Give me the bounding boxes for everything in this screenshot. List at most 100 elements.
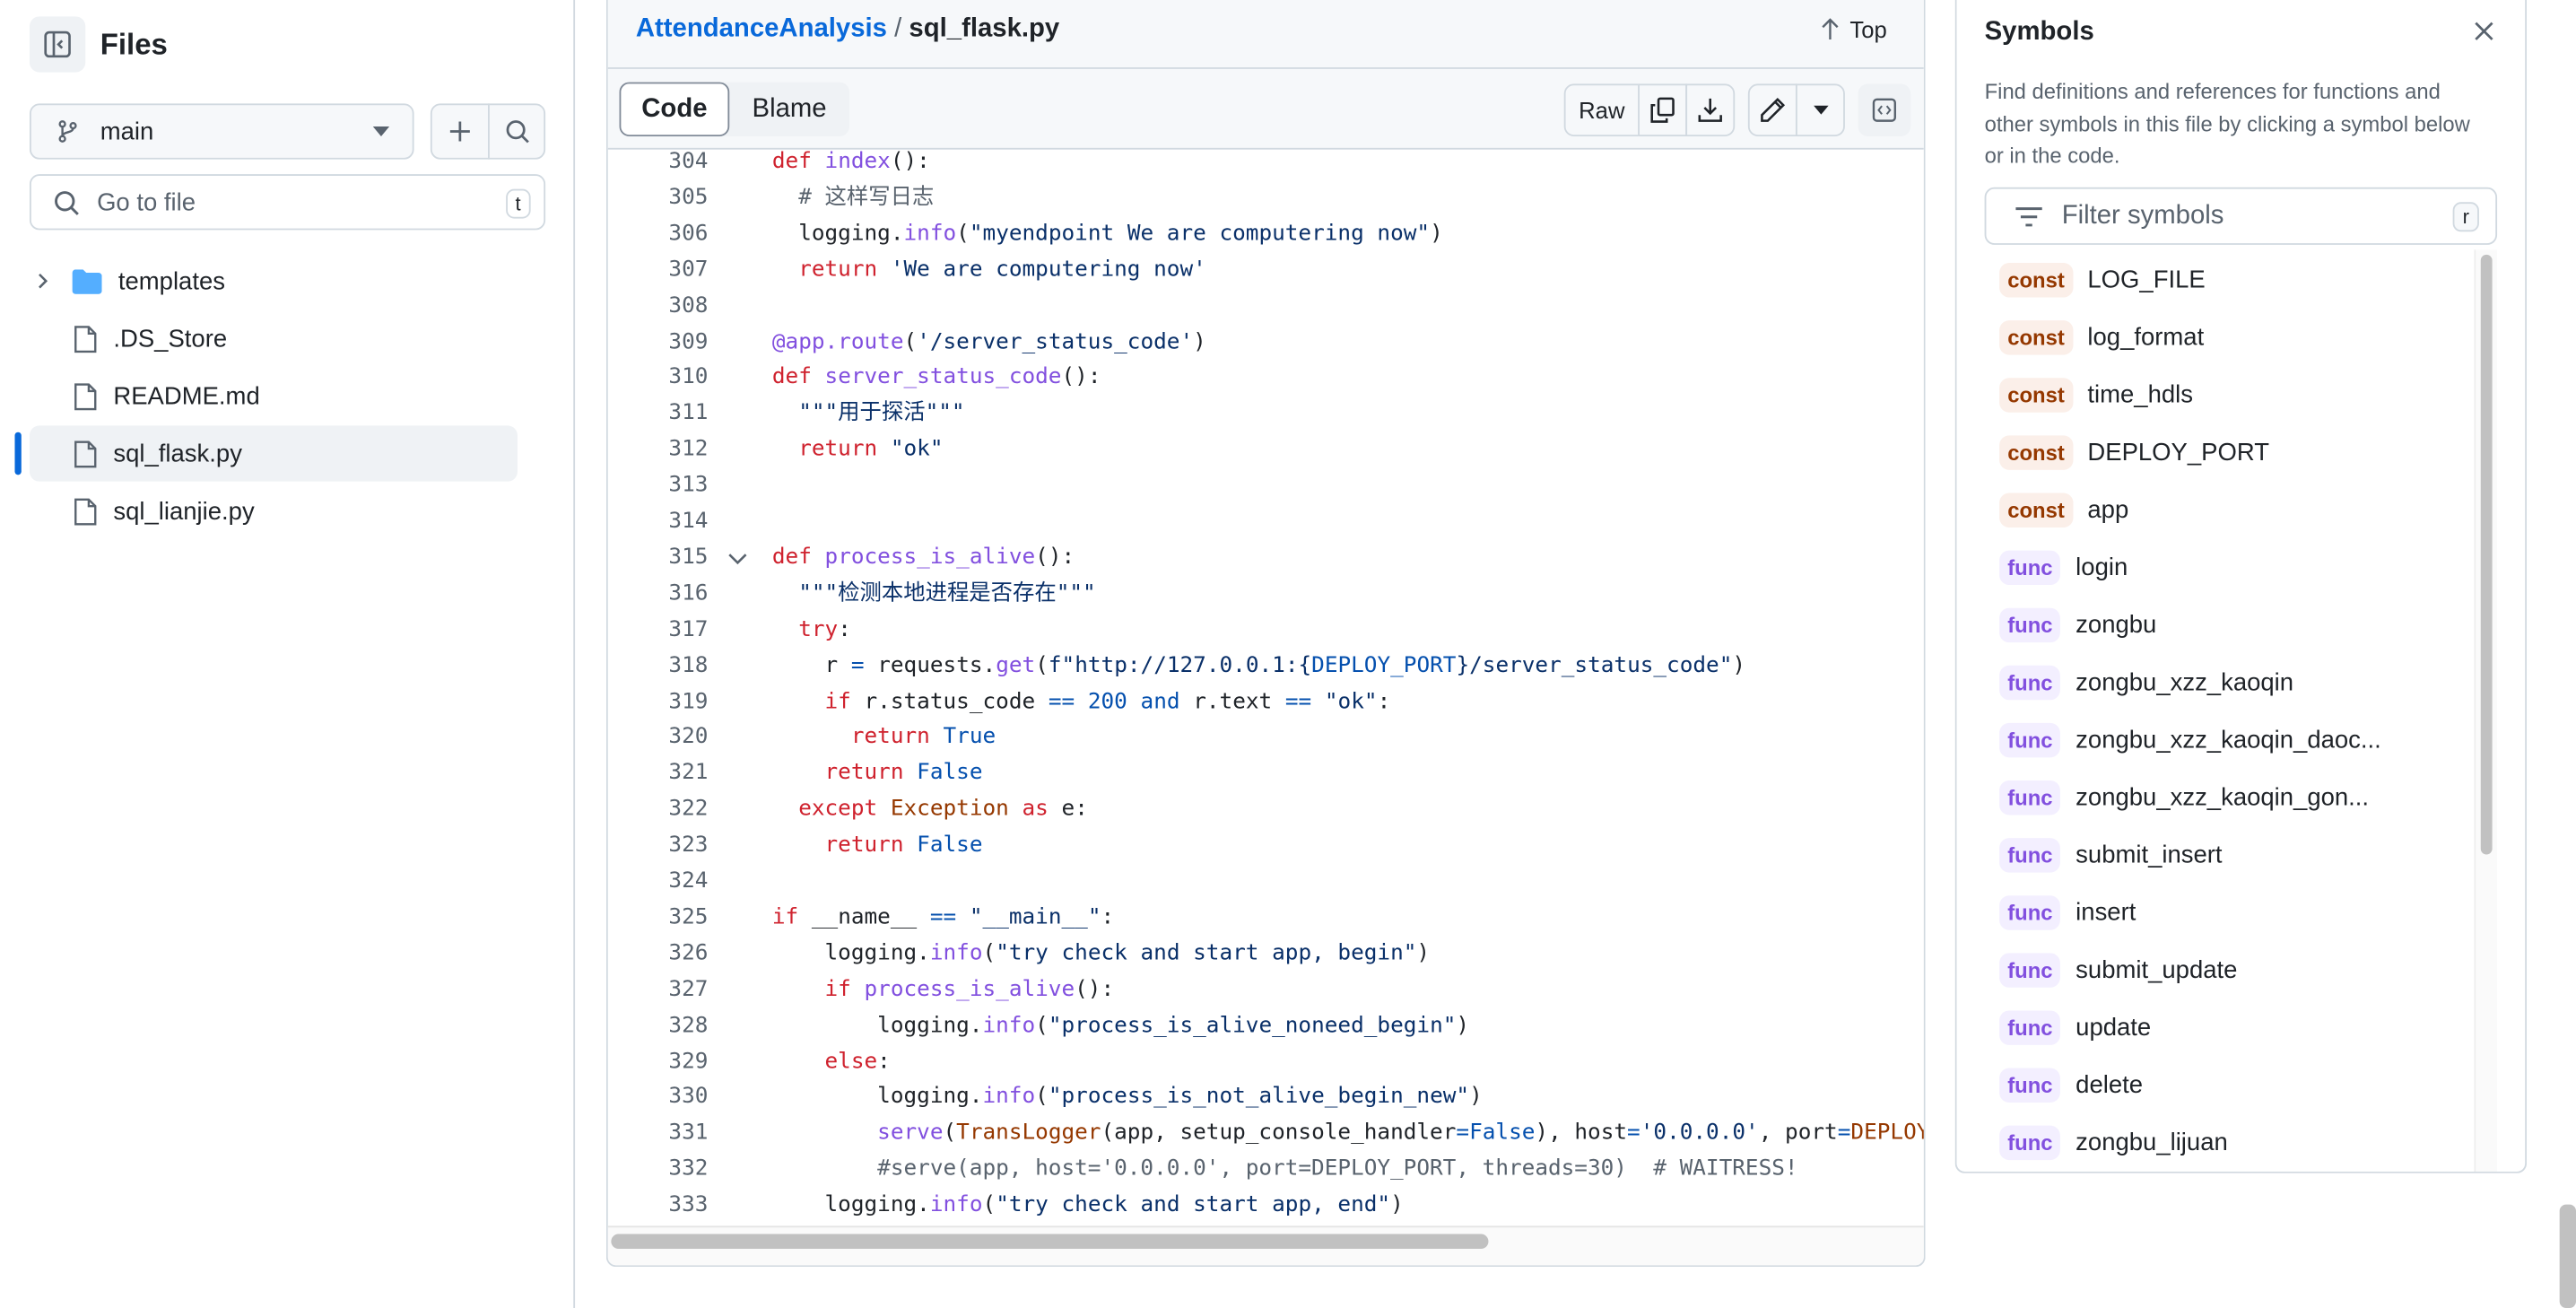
- edit-button[interactable]: [1747, 83, 1797, 137]
- symbols-scrollbar[interactable]: [2474, 249, 2498, 1172]
- code-token: (: [982, 941, 996, 966]
- tab-code[interactable]: Code: [619, 82, 730, 137]
- symbol-item[interactable]: const log_format: [1999, 318, 2204, 357]
- line-number[interactable]: 313: [608, 468, 708, 504]
- page-scrollbar-thumb[interactable]: [2559, 1204, 2576, 1308]
- code-token: ():: [1075, 977, 1115, 1002]
- line-number[interactable]: 322: [608, 792, 708, 828]
- symbol-item[interactable]: func submit_insert: [1999, 834, 2223, 874]
- code-line: 332 #serve(app, host='0.0.0.0', port=DEP…: [608, 1152, 1924, 1188]
- breadcrumb-repo-link[interactable]: AttendanceAnalysis: [636, 14, 887, 42]
- symbol-kind-badge: func: [1999, 952, 2061, 987]
- line-number[interactable]: 307: [608, 252, 708, 288]
- line-number[interactable]: 318: [608, 649, 708, 685]
- filter-icon: [2015, 206, 2042, 226]
- line-number[interactable]: 317: [608, 613, 708, 649]
- line-number[interactable]: 315: [608, 540, 708, 576]
- line-number[interactable]: 326: [608, 937, 708, 972]
- tree-item-readme[interactable]: README.md: [30, 368, 518, 423]
- symbol-item[interactable]: const time_hdls: [1999, 375, 2193, 414]
- symbol-name: submit_insert: [2076, 840, 2223, 869]
- raw-button[interactable]: Raw: [1563, 83, 1640, 137]
- fold-chevron-icon[interactable]: [727, 552, 747, 565]
- symbol-item[interactable]: func delete: [1999, 1065, 2143, 1104]
- download-button[interactable]: [1685, 83, 1736, 137]
- line-number[interactable]: 323: [608, 828, 708, 864]
- line-number[interactable]: 305: [608, 180, 708, 216]
- code-token: return: [771, 257, 891, 283]
- code-token: logging.: [771, 1013, 983, 1038]
- search-button[interactable]: [487, 103, 546, 160]
- line-number[interactable]: 311: [608, 397, 708, 432]
- symbol-item[interactable]: const LOG_FILE: [1999, 259, 2206, 299]
- add-file-button[interactable]: [430, 103, 490, 160]
- code-token: (: [1035, 1013, 1049, 1038]
- code-token: (: [956, 221, 970, 247]
- top-button[interactable]: Top: [1820, 16, 1887, 43]
- symbol-item[interactable]: const app: [1999, 490, 2128, 529]
- line-number[interactable]: 320: [608, 720, 708, 756]
- tree-item-sql-lianjie[interactable]: sql_lianjie.py: [30, 483, 518, 538]
- symbol-name: app: [2087, 495, 2129, 524]
- code-token: TransLogger: [956, 1121, 1101, 1147]
- symbols-panel: Symbols Find definitions and references …: [1954, 0, 2528, 1173]
- go-to-file-input[interactable]: Go to file t: [29, 174, 546, 231]
- code-token: process_is_alive: [824, 545, 1036, 571]
- tab-blame[interactable]: Blame: [729, 83, 849, 136]
- symbol-item[interactable]: func zongbu: [1999, 605, 2156, 644]
- filter-symbols-input[interactable]: Filter symbols r: [1984, 187, 2498, 245]
- line-number[interactable]: 330: [608, 1080, 708, 1116]
- scrollbar-thumb[interactable]: [2480, 254, 2493, 855]
- copy-button[interactable]: [1638, 83, 1688, 137]
- edit-options-dropdown[interactable]: [1795, 83, 1845, 137]
- symbol-item[interactable]: func login: [1999, 547, 2128, 587]
- code-token: ():: [1035, 545, 1075, 571]
- line-number[interactable]: 306: [608, 216, 708, 252]
- go-to-file-placeholder: Go to file: [97, 187, 196, 216]
- collapse-sidebar-button[interactable]: [29, 16, 86, 73]
- line-number[interactable]: 316: [608, 577, 708, 613]
- line-number[interactable]: 325: [608, 901, 708, 937]
- line-number[interactable]: 333: [608, 1188, 708, 1224]
- caret-down-icon: [1813, 105, 1828, 115]
- line-number[interactable]: 308: [608, 289, 708, 325]
- code-line: 326 logging.info("try check and start ap…: [608, 937, 1924, 972]
- symbol-item[interactable]: func zongbu_xzz_kaoqin_gon...: [1999, 777, 2369, 816]
- symbols-panel-toggle[interactable]: [1858, 83, 1911, 137]
- symbol-item[interactable]: func zongbu_xzz_kaoqin: [1999, 662, 2293, 702]
- line-number[interactable]: 327: [608, 972, 708, 1008]
- scrollbar-thumb[interactable]: [611, 1234, 1489, 1250]
- caret-down-icon: [372, 126, 390, 137]
- line-number[interactable]: 332: [608, 1152, 708, 1188]
- line-number[interactable]: 312: [608, 432, 708, 468]
- line-number[interactable]: 331: [608, 1116, 708, 1152]
- line-number[interactable]: 321: [608, 756, 708, 792]
- line-number[interactable]: 310: [608, 361, 708, 397]
- line-number[interactable]: 319: [608, 685, 708, 720]
- tree-item-templates[interactable]: templates: [30, 253, 518, 309]
- symbol-item[interactable]: func update: [1999, 1007, 2151, 1047]
- symbol-name: zongbu_xzz_kaoqin_gon...: [2076, 782, 2370, 811]
- line-number[interactable]: 324: [608, 864, 708, 900]
- code-token: "try check and start app, begin": [996, 941, 1417, 966]
- line-number[interactable]: 309: [608, 325, 708, 361]
- folder-icon: [72, 268, 102, 293]
- branch-select[interactable]: main: [29, 103, 414, 160]
- symbol-item[interactable]: func zongbu_lijuan: [1999, 1122, 2228, 1162]
- symbol-item[interactable]: func insert: [1999, 893, 2136, 932]
- symbol-name: delete: [2076, 1070, 2144, 1099]
- line-number[interactable]: 329: [608, 1044, 708, 1080]
- close-icon[interactable]: [2474, 22, 2493, 41]
- line-number[interactable]: 328: [608, 1008, 708, 1044]
- tree-item-sql-flask[interactable]: sql_flask.py: [29, 425, 518, 482]
- symbol-item[interactable]: func zongbu_xzz_kaoqin_daoc...: [1999, 719, 2381, 759]
- symbol-item[interactable]: func submit_update: [1999, 950, 2237, 990]
- code-text: #serve(app, host='0.0.0.0', port=DEPLOY_…: [772, 1152, 1797, 1188]
- line-number[interactable]: 314: [608, 504, 708, 540]
- symbol-item[interactable]: const DEPLOY_PORT: [1999, 432, 2269, 472]
- tree-item-ds-store[interactable]: .DS_Store: [30, 310, 518, 366]
- line-number[interactable]: 304: [608, 150, 708, 181]
- horizontal-scrollbar[interactable]: [607, 1225, 1924, 1266]
- symbol-name: zongbu: [2076, 610, 2157, 639]
- code-text: logging.info("process_is_alive_noneed_be…: [772, 1008, 1469, 1044]
